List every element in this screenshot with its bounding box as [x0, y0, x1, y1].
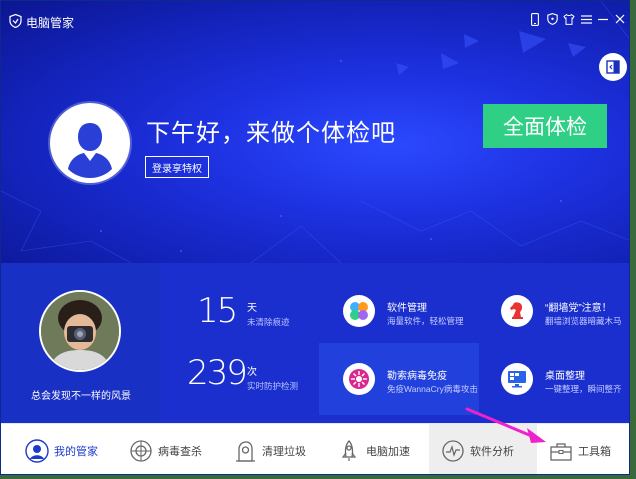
nav-label: 我的管家 [54, 445, 98, 458]
title-bar: 电脑管家 [1, 1, 629, 35]
cleanup-icon [236, 440, 255, 462]
nav-label: 工具箱 [578, 445, 611, 458]
software-manager-icon [343, 295, 375, 327]
nav-software-analysis[interactable]: 软件分析 [429, 424, 537, 474]
feature-title: 桌面整理 [545, 371, 585, 382]
guardian-logo-icon [9, 14, 22, 28]
login-button[interactable]: 登录享特权 [145, 156, 209, 178]
shield-icon[interactable] [545, 11, 559, 27]
feature-vpn-warning[interactable]: “翻墙党”注意！ 翻墙浏览器暗藏木马 [479, 275, 629, 343]
full-scan-button[interactable]: 全面体检 [483, 104, 607, 148]
rocket-icon [341, 439, 357, 461]
profile-panel: 总会发现不一样的风景 [1, 263, 161, 423]
feature-desc: 一键整理，瞬间整齐 [545, 384, 622, 394]
shirt-icon[interactable] [562, 11, 576, 27]
skin-toggle-button[interactable] [599, 53, 627, 81]
software-analysis-icon [442, 439, 464, 462]
nav-speed-up[interactable]: 电脑加速 [337, 424, 432, 474]
feature-ransomware-immune[interactable]: 勒索病毒免疫 免疫WannaCry病毒攻击 [319, 343, 479, 415]
chess-knight-icon [501, 295, 533, 327]
feature-title: 勒索病毒免疫 [387, 371, 447, 382]
protection-count-value: 239 [187, 353, 248, 393]
days-desc: 未清除痕迹 [247, 317, 290, 327]
user-avatar[interactable] [50, 103, 130, 183]
feature-desktop-organize[interactable]: 桌面整理 一键整理，瞬间整齐 [479, 343, 629, 415]
my-assistant-icon [25, 438, 49, 463]
default-user-icon [54, 107, 126, 179]
desktop-organize-icon [501, 363, 533, 395]
bottom-nav: 我的管家 病毒查杀 清理垃圾 电脑加速 软件分析 工具箱 [1, 423, 629, 474]
nav-cleanup[interactable]: 清理垃圾 [233, 424, 328, 474]
window-controls [528, 11, 627, 27]
nav-label: 软件分析 [470, 445, 514, 458]
feature-desc: 翻墙浏览器暗藏木马 [545, 316, 622, 326]
nav-virus-scan[interactable]: 病毒查杀 [129, 424, 224, 474]
nav-my-assistant[interactable]: 我的管家 [25, 424, 120, 474]
greeting-text: 下午好，来做个体检吧 [146, 120, 396, 147]
virus-immune-icon [343, 363, 375, 395]
virus-scan-icon [130, 439, 152, 462]
window-title: 电脑管家 [26, 16, 75, 30]
app-window: 电脑管家 下午好，来做个体检吧 登录享特权 全面体检 总会发现不一样的风景 15… [0, 0, 630, 475]
stats-panel: 总会发现不一样的风景 15 天 未清除痕迹 239 次 实时防护检测 软件管理 … [1, 263, 629, 423]
profile-photo[interactable] [39, 290, 121, 372]
days-uncleaned-value: 15 [197, 291, 238, 331]
count-unit: 次 [247, 367, 257, 378]
menu-icon[interactable] [579, 11, 593, 27]
nav-label: 电脑加速 [366, 445, 410, 458]
nav-label: 清理垃圾 [262, 445, 306, 458]
toolbox-icon [550, 442, 572, 461]
feature-title: 软件管理 [387, 303, 427, 314]
feature-software-manager[interactable]: 软件管理 海量软件，轻松管理 [319, 275, 479, 343]
feature-desc: 免疫WannaCry病毒攻击 [387, 384, 478, 394]
count-desc: 实时防护检测 [247, 381, 299, 391]
nav-label: 病毒查杀 [158, 445, 202, 458]
days-unit: 天 [247, 303, 257, 314]
phone-icon[interactable] [528, 11, 542, 27]
minimize-icon[interactable] [596, 11, 610, 27]
feature-desc: 海量软件，轻松管理 [387, 316, 464, 326]
feature-title: “翻墙党”注意！ [545, 303, 612, 314]
profile-caption: 总会发现不一样的风景 [31, 391, 131, 402]
sidebar-toggle-icon [606, 60, 620, 74]
nav-toolbox[interactable]: 工具箱 [549, 424, 629, 474]
hero-panel: 电脑管家 下午好，来做个体检吧 登录享特权 全面体检 [1, 1, 629, 263]
close-icon[interactable] [613, 11, 627, 27]
